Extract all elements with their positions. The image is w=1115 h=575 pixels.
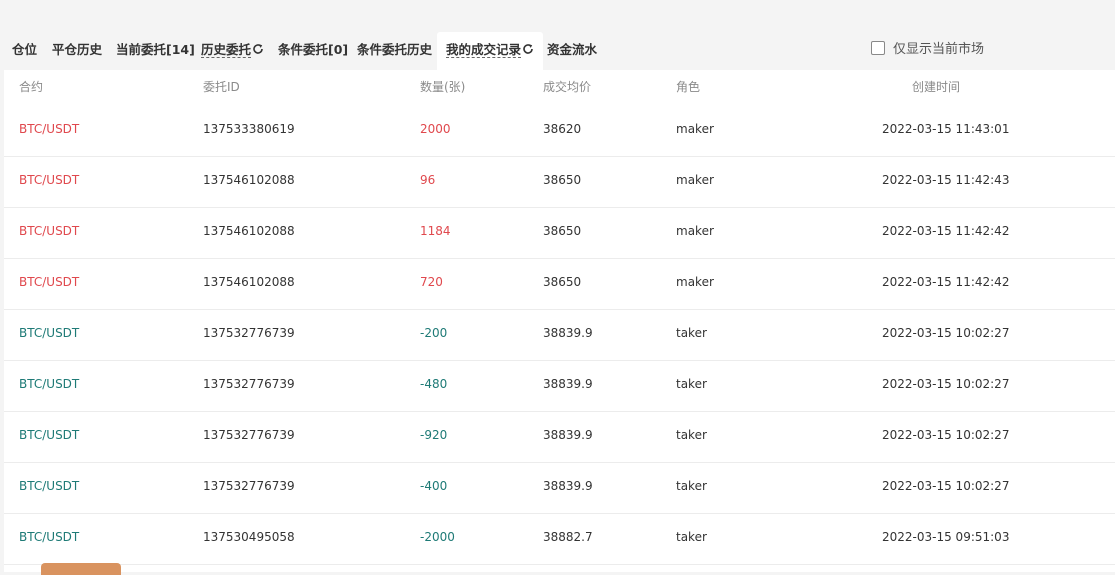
cell-qty: -2000 bbox=[420, 530, 455, 544]
cell-contract[interactable]: BTC/USDT bbox=[19, 326, 79, 340]
table-row: BTC/USDT 137532776739 -200 38839.9 taker 2022… bbox=[4, 309, 1115, 361]
cell-qty: 1184 bbox=[420, 224, 451, 238]
table-row: BTC/USDT 137546102088 720 38650 maker 2022-03… bbox=[4, 258, 1115, 310]
header-qty: 数量(张) bbox=[420, 80, 466, 94]
cell-avg-price: 38839.9 bbox=[543, 479, 593, 493]
header-contract: 合约 bbox=[19, 80, 44, 94]
cell-avg-price: 38839.9 bbox=[543, 377, 593, 391]
cell-qty: 96 bbox=[420, 173, 436, 187]
cell-role: taker bbox=[676, 530, 707, 544]
cell-avg-price: 38839.9 bbox=[543, 326, 593, 340]
cell-qty: 2000 bbox=[420, 122, 451, 136]
cell-contract[interactable]: BTC/USDT bbox=[19, 173, 79, 187]
cell-avg-price: 38882.7 bbox=[543, 530, 593, 544]
tab-my-trades-label: 我的成交记录 bbox=[446, 42, 522, 58]
cell-order-id: 137546102088 bbox=[203, 173, 295, 187]
checkbox-icon[interactable] bbox=[871, 41, 885, 55]
cell-contract[interactable]: BTC/USDT bbox=[19, 428, 79, 442]
cell-created-time: 2022-03-15 10:02:27 bbox=[882, 479, 1010, 493]
table-header: 合约 委托ID 数量(张) 成交均价 角色 创建时间 bbox=[4, 70, 1115, 100]
tab-my-trades[interactable]: 我的成交记录 bbox=[437, 32, 544, 70]
floating-action-button[interactable] bbox=[41, 563, 121, 575]
cell-qty: -920 bbox=[420, 428, 448, 442]
header-role: 角色 bbox=[676, 80, 701, 94]
cell-created-time: 2022-03-15 10:02:27 bbox=[882, 326, 1010, 340]
cell-contract[interactable]: BTC/USDT bbox=[19, 122, 79, 136]
cell-role: maker bbox=[676, 122, 714, 136]
tab-order-history-label: 历史委托 bbox=[201, 42, 252, 58]
cell-contract[interactable]: BTC/USDT bbox=[19, 275, 79, 289]
cell-role: maker bbox=[676, 275, 714, 289]
cell-contract[interactable]: BTC/USDT bbox=[19, 530, 79, 544]
cell-role: maker bbox=[676, 173, 714, 187]
cell-avg-price: 38650 bbox=[543, 275, 582, 289]
cell-avg-price: 38620 bbox=[543, 122, 582, 136]
cell-order-id: 137533380619 bbox=[203, 122, 295, 136]
cell-qty: 720 bbox=[420, 275, 443, 289]
current-market-filter-label: 仅显示当前市场 bbox=[893, 42, 985, 57]
header-created-time: 创建时间 bbox=[912, 80, 961, 94]
cell-order-id: 137532776739 bbox=[203, 428, 295, 442]
table-row: BTC/USDT 137532776739 -480 38839.9 taker 2022… bbox=[4, 360, 1115, 412]
table-row: BTC/USDT 137530495058 -2000 38882.7 taker 202… bbox=[4, 513, 1115, 565]
cell-avg-price: 38650 bbox=[543, 173, 582, 187]
cell-role: taker bbox=[676, 377, 707, 391]
cell-order-id: 137530495058 bbox=[203, 530, 295, 544]
header-order-id: 委托ID bbox=[203, 80, 240, 94]
cell-contract[interactable]: BTC/USDT bbox=[19, 479, 79, 493]
tab-conditional-history[interactable]: 条件委托历史 bbox=[357, 32, 432, 70]
cell-avg-price: 38839.9 bbox=[543, 428, 593, 442]
tab-fund-flow[interactable]: 资金流水 bbox=[547, 32, 597, 70]
cell-role: maker bbox=[676, 224, 714, 238]
tab-conditional-orders[interactable]: 条件委托[0] bbox=[278, 32, 348, 70]
cell-contract[interactable]: BTC/USDT bbox=[19, 224, 79, 238]
table-row: BTC/USDT 137546102088 1184 38650 maker 2022-0… bbox=[4, 207, 1115, 259]
tab-open-orders[interactable]: 当前委托[14] bbox=[116, 32, 195, 70]
table-row: BTC/USDT 137546102088 96 38650 maker 2022-03-… bbox=[4, 156, 1115, 208]
cell-role: taker bbox=[676, 479, 707, 493]
cell-order-id: 137532776739 bbox=[203, 377, 295, 391]
cell-order-id: 137532776739 bbox=[203, 326, 295, 340]
tab-close-history[interactable]: 平仓历史 bbox=[52, 32, 102, 70]
table-row: BTC/USDT 137532776739 -400 38839.9 taker 2022… bbox=[4, 462, 1115, 514]
cell-order-id: 137532776739 bbox=[203, 479, 295, 493]
cell-avg-price: 38650 bbox=[543, 224, 582, 238]
cell-order-id: 137546102088 bbox=[203, 224, 295, 238]
cell-created-time: 2022-03-15 11:42:42 bbox=[882, 275, 1010, 289]
refresh-icon[interactable] bbox=[522, 43, 534, 55]
cell-contract[interactable]: BTC/USDT bbox=[19, 377, 79, 391]
header-avg-price: 成交均价 bbox=[543, 80, 592, 94]
refresh-icon[interactable] bbox=[252, 43, 264, 55]
tab-bar: 仓位 平仓历史 当前委托[14] 历史委托 条件委托[0] 条件委托历史 我的成… bbox=[0, 32, 1115, 70]
cell-qty: -480 bbox=[420, 377, 448, 391]
cell-created-time: 2022-03-15 11:42:42 bbox=[882, 224, 1010, 238]
cell-order-id: 137546102088 bbox=[203, 275, 295, 289]
table-row: BTC/USDT 137532776739 -920 38839.9 taker 2022… bbox=[4, 411, 1115, 463]
cell-created-time: 2022-03-15 11:42:43 bbox=[882, 173, 1010, 187]
trades-table: 合约 委托ID 数量(张) 成交均价 角色 创建时间 BTC/USDT 13753… bbox=[4, 70, 1115, 572]
cell-role: taker bbox=[676, 428, 707, 442]
tab-order-history[interactable]: 历史委托 bbox=[201, 32, 264, 70]
cell-qty: -400 bbox=[420, 479, 448, 493]
cell-qty: -200 bbox=[420, 326, 448, 340]
table-row: BTC/USDT 137533380619 2000 38620 maker 2022-0… bbox=[4, 105, 1115, 157]
cell-created-time: 2022-03-15 10:02:27 bbox=[882, 377, 1010, 391]
cell-role: taker bbox=[676, 326, 707, 340]
cell-created-time: 2022-03-15 09:51:03 bbox=[882, 530, 1010, 544]
tab-positions[interactable]: 仓位 bbox=[12, 32, 37, 70]
current-market-filter[interactable]: 仅显示当前市场 bbox=[871, 32, 984, 70]
cell-created-time: 2022-03-15 11:43:01 bbox=[882, 122, 1010, 136]
cell-created-time: 2022-03-15 10:02:27 bbox=[882, 428, 1010, 442]
